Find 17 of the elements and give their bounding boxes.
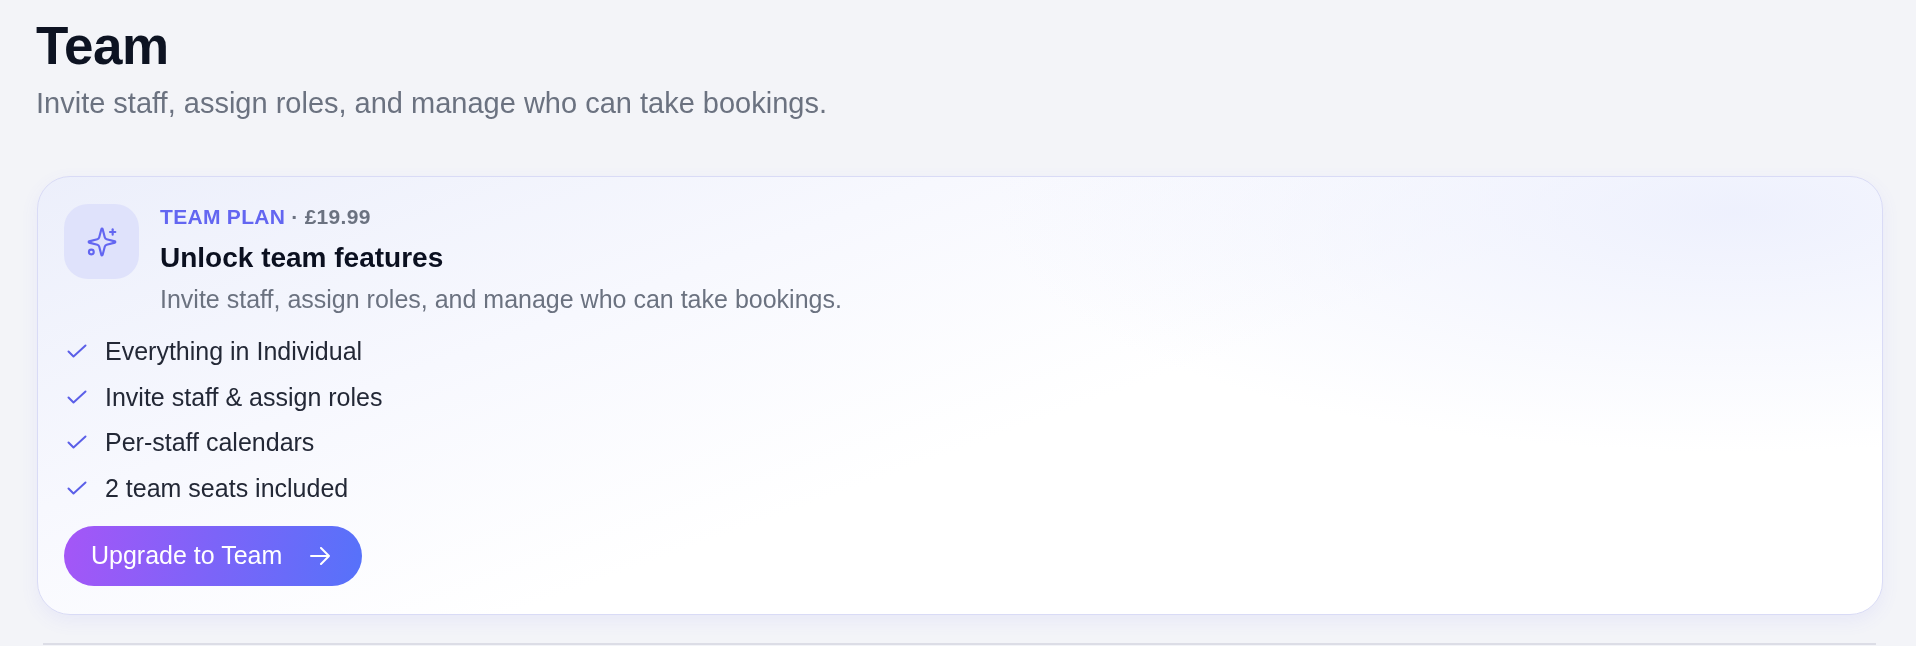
page-subtitle: Invite staff, assign roles, and manage who can take bookings.: [36, 86, 828, 121]
check-icon: [67, 480, 87, 495]
check-icon: [67, 389, 87, 404]
plan-name: TEAM PLAN: [160, 204, 286, 230]
card-title: Unlock team features: [160, 241, 445, 275]
arrow-right-icon: [310, 546, 331, 565]
feature-text: Invite staff & assign roles: [105, 381, 383, 412]
check-icon: [67, 344, 87, 358]
feature-text: Per-staff calendars: [105, 427, 315, 457]
check-icon: [67, 435, 87, 449]
card-description: Invite staff, assign roles, and manage who can take bookings.: [160, 284, 842, 314]
plan-price: · £19.99: [291, 204, 371, 230]
feature-text: Everything in Individual: [105, 336, 363, 366]
page-title: Team: [36, 15, 170, 77]
sparkles-icon: [64, 204, 139, 279]
feature-text: 2 team seats included: [105, 472, 349, 503]
upgrade-button[interactable]: Upgrade to Team: [64, 525, 363, 586]
